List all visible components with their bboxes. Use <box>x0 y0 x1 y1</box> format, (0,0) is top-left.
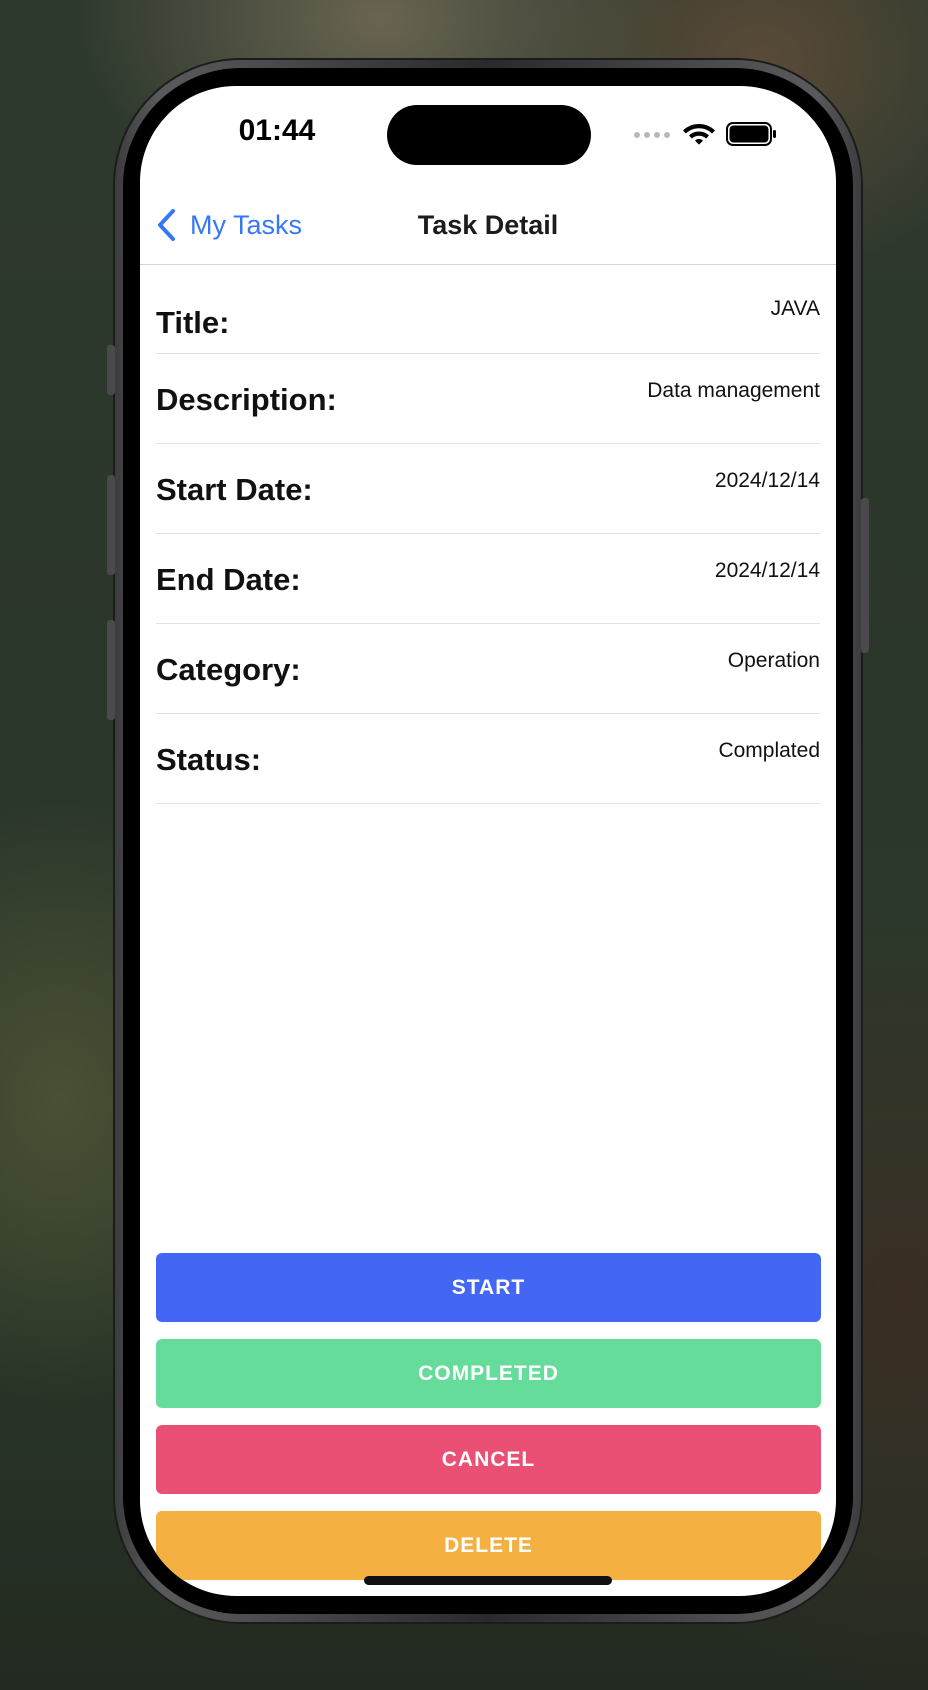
delete-button[interactable]: DELETE <box>156 1511 821 1580</box>
side-button-volume-up <box>107 475 115 575</box>
detail-label: End Date: <box>156 562 301 597</box>
app-screen: 01:44 My Tasks Task Detail Title: JAVA D… <box>140 86 836 1596</box>
detail-row-status: Status: Complated <box>156 714 820 804</box>
start-button[interactable]: START <box>156 1253 821 1322</box>
wifi-icon <box>683 124 715 145</box>
action-buttons: START COMPLETED CANCEL DELETE <box>156 1253 821 1596</box>
battery-icon <box>726 122 776 146</box>
dynamic-island <box>387 105 591 165</box>
back-button[interactable]: My Tasks <box>156 186 302 264</box>
detail-label: Category: <box>156 652 301 687</box>
chevron-left-icon <box>158 209 175 241</box>
completed-button[interactable]: COMPLETED <box>156 1339 821 1408</box>
detail-value: Operation <box>727 649 820 672</box>
detail-row-start-date: Start Date: 2024/12/14 <box>156 444 820 534</box>
home-indicator[interactable] <box>364 1576 612 1585</box>
cancel-button[interactable]: CANCEL <box>156 1425 821 1494</box>
detail-value: 2024/12/14 <box>714 469 820 492</box>
detail-row-end-date: End Date: 2024/12/14 <box>156 534 820 624</box>
detail-value: JAVA <box>770 297 820 320</box>
detail-value: 2024/12/14 <box>714 559 820 582</box>
side-button-power <box>861 498 869 653</box>
navigation-bar: My Tasks Task Detail <box>140 186 836 265</box>
detail-row-category: Category: Operation <box>156 624 820 714</box>
detail-row-description: Description: Data management <box>156 354 820 444</box>
detail-label: Description: <box>156 382 337 417</box>
detail-label: Start Date: <box>156 472 313 507</box>
signal-dots-icon <box>634 132 670 138</box>
detail-row-title: Title: JAVA <box>156 265 820 354</box>
status-time: 01:44 <box>238 114 316 147</box>
detail-label: Title: <box>156 305 230 340</box>
detail-label: Status: <box>156 742 262 777</box>
detail-value: Complated <box>718 739 820 762</box>
status-icons <box>634 120 784 150</box>
side-button-volume-down <box>107 620 115 720</box>
detail-value: Data management <box>647 379 820 402</box>
back-button-label: My Tasks <box>190 209 303 240</box>
side-button-action <box>107 345 115 395</box>
task-detail-list: Title: JAVA Description: Data management… <box>156 265 820 804</box>
